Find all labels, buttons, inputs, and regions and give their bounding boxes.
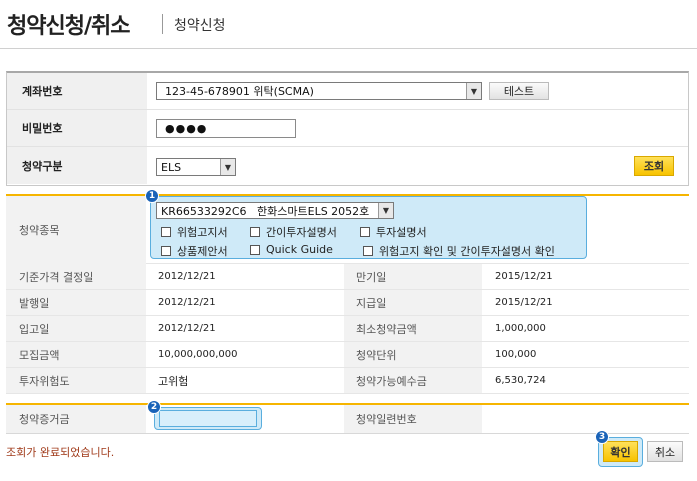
chevron-down-icon[interactable]: ▼ (378, 203, 393, 218)
detail-label: 모집금액 (6, 342, 146, 367)
chevron-down-icon[interactable]: ▼ (466, 83, 481, 99)
password-row: 비밀번호 ●●●● (7, 110, 688, 147)
detail-label: 투자위험도 (6, 368, 146, 393)
bottom-divider (6, 433, 689, 434)
product-label: 청약종목 (6, 196, 146, 264)
checkbox-label: 상품제안서 (177, 245, 228, 258)
account-label: 계좌번호 (7, 73, 147, 109)
password-label: 비밀번호 (7, 110, 147, 146)
header-divider (0, 48, 697, 49)
product-row: 청약종목 KR66533292C6 한화스마트ELS 2052호 ▼ 위험고지서… (6, 196, 689, 264)
chevron-down-icon[interactable]: ▼ (220, 159, 235, 175)
detail-label: 기준가격 결정일 (6, 264, 146, 289)
detail-row: 모집금액 10,000,000,000 청약단위 100,000 (6, 342, 689, 368)
detail-label: 최소청약금액 (344, 316, 482, 341)
checkbox-icon[interactable] (360, 227, 370, 237)
checkbox-icon[interactable] (250, 227, 260, 237)
checkbox-risk-notice[interactable]: 위험고지서 (161, 224, 228, 240)
detail-label: 청약가능예수금 (344, 368, 482, 393)
deposit-row: 청약증거금 청약일련번호 (6, 405, 689, 433)
detail-value: 2012/12/21 (158, 271, 216, 282)
detail-value: 2015/12/21 (495, 271, 553, 282)
detail-value: 1,000,000 (495, 323, 546, 334)
step-badge-1: 1 (145, 189, 159, 203)
checkbox-label: 투자설명서 (376, 226, 427, 239)
subscription-type-value: ELS (161, 160, 182, 174)
detail-value: 2015/12/21 (495, 297, 553, 308)
detail-label: 청약단위 (344, 342, 482, 367)
checkbox-quick-guide[interactable]: Quick Guide (250, 243, 333, 256)
type-row: 청약구분 ELS ▼ 조회 (7, 147, 688, 184)
password-input[interactable]: ●●●● (156, 119, 296, 138)
detail-label: 지급일 (344, 290, 482, 315)
detail-label: 발행일 (6, 290, 146, 315)
account-select[interactable]: 123-45-678901 위탁(SCMA) ▼ (156, 82, 482, 100)
product-select[interactable]: KR66533292C6 한화스마트ELS 2052호 ▼ (156, 202, 394, 219)
checkbox-icon[interactable] (250, 244, 260, 255)
checkbox-icon[interactable] (363, 246, 373, 256)
detail-value: 2012/12/21 (158, 297, 216, 308)
checkbox-confirm-all[interactable]: 위험고지 확인 및 간이투자설명서 확인 (363, 243, 555, 259)
detail-label: 입고일 (6, 316, 146, 341)
deposit-input[interactable] (159, 410, 257, 427)
checkbox-label: Quick Guide (266, 243, 333, 256)
checkbox-icon[interactable] (161, 246, 171, 256)
product-select-value: KR66533292C6 한화스마트ELS 2052호 (161, 204, 370, 218)
checkbox-label: 위험고지서 (177, 226, 228, 239)
detail-row: 기준가격 결정일 2012/12/21 만기일 2015/12/21 (6, 264, 689, 290)
serial-label: 청약일련번호 (344, 405, 482, 433)
page-header: 청약신청/취소 청약신청 (0, 0, 697, 50)
breadcrumb: 청약신청 (174, 18, 226, 34)
title-divider (162, 14, 163, 34)
detail-value: 6,530,724 (495, 375, 546, 386)
checkbox-summary-prospectus[interactable]: 간이투자설명서 (250, 224, 337, 240)
checkbox-label: 간이투자설명서 (266, 226, 337, 239)
checkbox-product-proposal[interactable]: 상품제안서 (161, 243, 228, 259)
detail-value: 고위험 (158, 374, 189, 388)
subscription-type-label: 청약구분 (7, 147, 147, 184)
confirm-button[interactable]: 확인 (603, 441, 638, 462)
step-badge-3: 3 (595, 430, 609, 444)
cancel-button[interactable]: 취소 (647, 441, 683, 462)
query-form: 계좌번호 123-45-678901 위탁(SCMA) ▼ 테스트 비밀번호 ●… (6, 71, 689, 186)
checkbox-label: 위험고지 확인 및 간이투자설명서 확인 (379, 245, 555, 258)
detail-row: 발행일 2012/12/21 지급일 2015/12/21 (6, 290, 689, 316)
page-title: 청약신청/취소 (7, 14, 130, 39)
deposit-label: 청약증거금 (6, 405, 146, 433)
account-row: 계좌번호 123-45-678901 위탁(SCMA) ▼ 테스트 (7, 73, 688, 110)
subscription-type-select[interactable]: ELS ▼ (156, 158, 236, 176)
detail-value: 2012/12/21 (158, 323, 216, 334)
detail-value: 100,000 (495, 349, 537, 360)
detail-value: 10,000,000,000 (158, 349, 238, 360)
detail-row: 입고일 2012/12/21 최소청약금액 1,000,000 (6, 316, 689, 342)
test-button[interactable]: 테스트 (489, 82, 549, 100)
step-badge-2: 2 (147, 400, 161, 414)
checkbox-icon[interactable] (161, 227, 171, 237)
search-button[interactable]: 조회 (634, 156, 674, 176)
detail-label: 만기일 (344, 264, 482, 289)
detail-row: 투자위험도 고위험 청약가능예수금 6,530,724 (6, 368, 689, 394)
status-message: 조회가 완료되었습니다. (6, 446, 115, 459)
account-select-value: 123-45-678901 위탁(SCMA) (165, 85, 314, 98)
checkbox-prospectus[interactable]: 투자설명서 (360, 224, 427, 240)
